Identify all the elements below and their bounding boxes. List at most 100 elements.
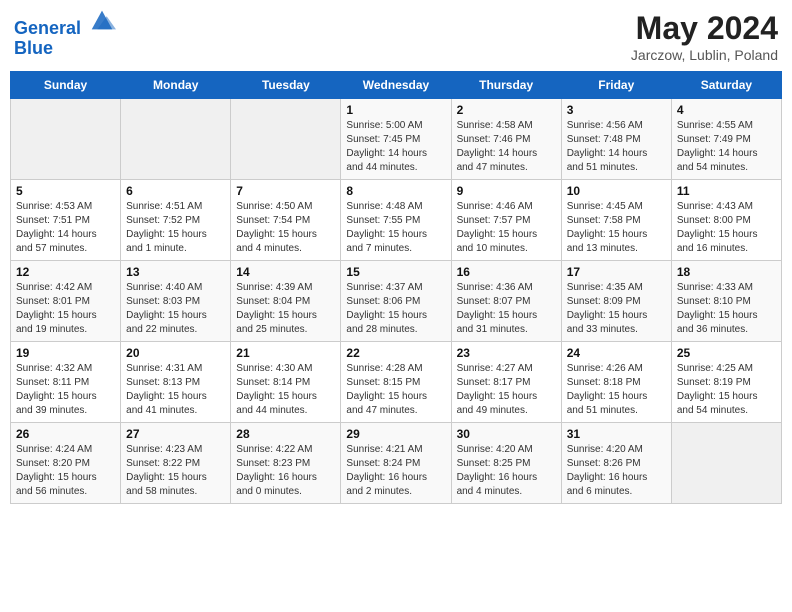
calendar-week-row: 1 Sunrise: 5:00 AMSunset: 7:45 PMDaylight… — [11, 99, 782, 180]
page-header: General Blue May 2024 Jarczow, Lublin, P… — [10, 10, 782, 63]
calendar-cell — [231, 99, 341, 180]
calendar-cell: 10 Sunrise: 4:45 AMSunset: 7:58 PMDayligh… — [561, 180, 671, 261]
day-info: Sunrise: 4:21 AMSunset: 8:24 PMDaylight:… — [346, 443, 445, 499]
calendar-cell: 25 Sunrise: 4:25 AMSunset: 8:19 PMDayligh… — [671, 342, 781, 423]
calendar-cell: 1 Sunrise: 5:00 AMSunset: 7:45 PMDaylight… — [341, 99, 451, 180]
day-number: 30 — [457, 427, 556, 441]
logo: General Blue — [14, 10, 116, 59]
day-info: Sunrise: 4:30 AMSunset: 8:14 PMDaylight:… — [236, 362, 335, 418]
day-number: 27 — [126, 427, 225, 441]
calendar-cell: 19Sunrise: 4:32 AMSunset: 8:11 PMDayligh… — [11, 342, 121, 423]
day-number: 23 — [457, 346, 556, 360]
day-number: 2 — [457, 103, 556, 117]
day-info: Sunrise: 4:58 AMSunset: 7:46 PMDaylight:… — [457, 119, 556, 175]
calendar-cell: 21 Sunrise: 4:30 AMSunset: 8:14 PMDayligh… — [231, 342, 341, 423]
day-info: Sunrise: 4:42 AMSunset: 8:01 PMDaylight:… — [16, 281, 115, 337]
day-info: Sunrise: 4:53 AMSunset: 7:51 PMDaylight:… — [16, 200, 115, 256]
calendar-week-row: 19Sunrise: 4:32 AMSunset: 8:11 PMDayligh… — [11, 342, 782, 423]
calendar-cell: 22 Sunrise: 4:28 AMSunset: 8:15 PMDayligh… — [341, 342, 451, 423]
calendar-cell: 16 Sunrise: 4:36 AMSunset: 8:07 PMDayligh… — [451, 261, 561, 342]
calendar-cell: 14 Sunrise: 4:39 AMSunset: 8:04 PMDayligh… — [231, 261, 341, 342]
calendar-week-row: 26Sunrise: 4:24 AMSunset: 8:20 PMDayligh… — [11, 423, 782, 504]
calendar-cell: 8Sunrise: 4:48 AMSunset: 7:55 PMDaylight… — [341, 180, 451, 261]
calendar-cell: 11 Sunrise: 4:43 AMSunset: 8:00 PMDayligh… — [671, 180, 781, 261]
day-number: 16 — [457, 265, 556, 279]
day-info: Sunrise: 4:25 AMSunset: 8:19 PMDaylight:… — [677, 362, 776, 418]
day-number: 19 — [16, 346, 115, 360]
calendar-cell: 3 Sunrise: 4:56 AMSunset: 7:48 PMDaylight… — [561, 99, 671, 180]
calendar-cell: 9 Sunrise: 4:46 AMSunset: 7:57 PMDaylight… — [451, 180, 561, 261]
day-info: Sunrise: 4:43 AMSunset: 8:00 PMDaylight:… — [677, 200, 776, 256]
logo-icon — [88, 6, 116, 34]
calendar-cell: 2 Sunrise: 4:58 AMSunset: 7:46 PMDaylight… — [451, 99, 561, 180]
day-number: 13 — [126, 265, 225, 279]
day-info: Sunrise: 4:26 AMSunset: 8:18 PMDaylight:… — [567, 362, 666, 418]
day-number: 9 — [457, 184, 556, 198]
day-info: Sunrise: 4:31 AMSunset: 8:13 PMDaylight:… — [126, 362, 225, 418]
day-info: Sunrise: 4:20 AMSunset: 8:26 PMDaylight:… — [567, 443, 666, 499]
calendar-cell: 6Sunrise: 4:51 AMSunset: 7:52 PMDaylight… — [121, 180, 231, 261]
title-block: May 2024 Jarczow, Lublin, Poland — [631, 10, 778, 63]
day-info: Sunrise: 4:24 AMSunset: 8:20 PMDaylight:… — [16, 443, 115, 499]
logo-general: General — [14, 18, 81, 38]
day-number: 10 — [567, 184, 666, 198]
calendar-cell: 29 Sunrise: 4:21 AMSunset: 8:24 PMDayligh… — [341, 423, 451, 504]
day-number: 25 — [677, 346, 776, 360]
day-number: 17 — [567, 265, 666, 279]
calendar-cell: 26Sunrise: 4:24 AMSunset: 8:20 PMDayligh… — [11, 423, 121, 504]
day-number: 8 — [346, 184, 445, 198]
calendar-cell: 23 Sunrise: 4:27 AMSunset: 8:17 PMDayligh… — [451, 342, 561, 423]
weekday-header: Friday — [561, 72, 671, 99]
day-info: Sunrise: 4:55 AMSunset: 7:49 PMDaylight:… — [677, 119, 776, 175]
weekday-header: Sunday — [11, 72, 121, 99]
weekday-header: Monday — [121, 72, 231, 99]
day-info: Sunrise: 4:46 AMSunset: 7:57 PMDaylight:… — [457, 200, 556, 256]
calendar-cell: 15 Sunrise: 4:37 AMSunset: 8:06 PMDayligh… — [341, 261, 451, 342]
calendar-cell — [121, 99, 231, 180]
day-number: 21 — [236, 346, 335, 360]
day-info: Sunrise: 4:23 AMSunset: 8:22 PMDaylight:… — [126, 443, 225, 499]
calendar-cell — [671, 423, 781, 504]
day-number: 15 — [346, 265, 445, 279]
day-info: Sunrise: 4:39 AMSunset: 8:04 PMDaylight:… — [236, 281, 335, 337]
day-info: Sunrise: 4:27 AMSunset: 8:17 PMDaylight:… — [457, 362, 556, 418]
day-info: Sunrise: 4:56 AMSunset: 7:48 PMDaylight:… — [567, 119, 666, 175]
calendar-cell: 4Sunrise: 4:55 AMSunset: 7:49 PMDaylight… — [671, 99, 781, 180]
day-number: 1 — [346, 103, 445, 117]
calendar-cell: 28 Sunrise: 4:22 AMSunset: 8:23 PMDayligh… — [231, 423, 341, 504]
day-number: 22 — [346, 346, 445, 360]
day-info: Sunrise: 4:20 AMSunset: 8:25 PMDaylight:… — [457, 443, 556, 499]
day-info: Sunrise: 4:33 AMSunset: 8:10 PMDaylight:… — [677, 281, 776, 337]
day-number: 29 — [346, 427, 445, 441]
calendar-cell: 20 Sunrise: 4:31 AMSunset: 8:13 PMDayligh… — [121, 342, 231, 423]
day-number: 5 — [16, 184, 115, 198]
weekday-header: Tuesday — [231, 72, 341, 99]
day-number: 3 — [567, 103, 666, 117]
calendar-cell: 31Sunrise: 4:20 AMSunset: 8:26 PMDayligh… — [561, 423, 671, 504]
calendar-cell: 27 Sunrise: 4:23 AMSunset: 8:22 PMDayligh… — [121, 423, 231, 504]
day-number: 14 — [236, 265, 335, 279]
day-info: Sunrise: 5:00 AMSunset: 7:45 PMDaylight:… — [346, 119, 445, 175]
calendar-cell: 30 Sunrise: 4:20 AMSunset: 8:25 PMDayligh… — [451, 423, 561, 504]
calendar-cell: 7Sunrise: 4:50 AMSunset: 7:54 PMDaylight… — [231, 180, 341, 261]
day-info: Sunrise: 4:51 AMSunset: 7:52 PMDaylight:… — [126, 200, 225, 256]
month-title: May 2024 — [631, 10, 778, 47]
logo-blue: Blue — [14, 38, 53, 58]
calendar-table: SundayMondayTuesdayWednesdayThursdayFrid… — [10, 71, 782, 504]
weekday-header: Thursday — [451, 72, 561, 99]
calendar-cell: 5 Sunrise: 4:53 AMSunset: 7:51 PMDaylight… — [11, 180, 121, 261]
calendar-cell — [11, 99, 121, 180]
weekday-header: Saturday — [671, 72, 781, 99]
day-info: Sunrise: 4:37 AMSunset: 8:06 PMDaylight:… — [346, 281, 445, 337]
day-info: Sunrise: 4:22 AMSunset: 8:23 PMDaylight:… — [236, 443, 335, 499]
calendar-cell: 17Sunrise: 4:35 AMSunset: 8:09 PMDayligh… — [561, 261, 671, 342]
day-info: Sunrise: 4:40 AMSunset: 8:03 PMDaylight:… — [126, 281, 225, 337]
day-info: Sunrise: 4:36 AMSunset: 8:07 PMDaylight:… — [457, 281, 556, 337]
day-info: Sunrise: 4:28 AMSunset: 8:15 PMDaylight:… — [346, 362, 445, 418]
day-number: 11 — [677, 184, 776, 198]
day-number: 28 — [236, 427, 335, 441]
calendar-week-row: 12Sunrise: 4:42 AMSunset: 8:01 PMDayligh… — [11, 261, 782, 342]
day-number: 20 — [126, 346, 225, 360]
day-number: 7 — [236, 184, 335, 198]
day-info: Sunrise: 4:45 AMSunset: 7:58 PMDaylight:… — [567, 200, 666, 256]
